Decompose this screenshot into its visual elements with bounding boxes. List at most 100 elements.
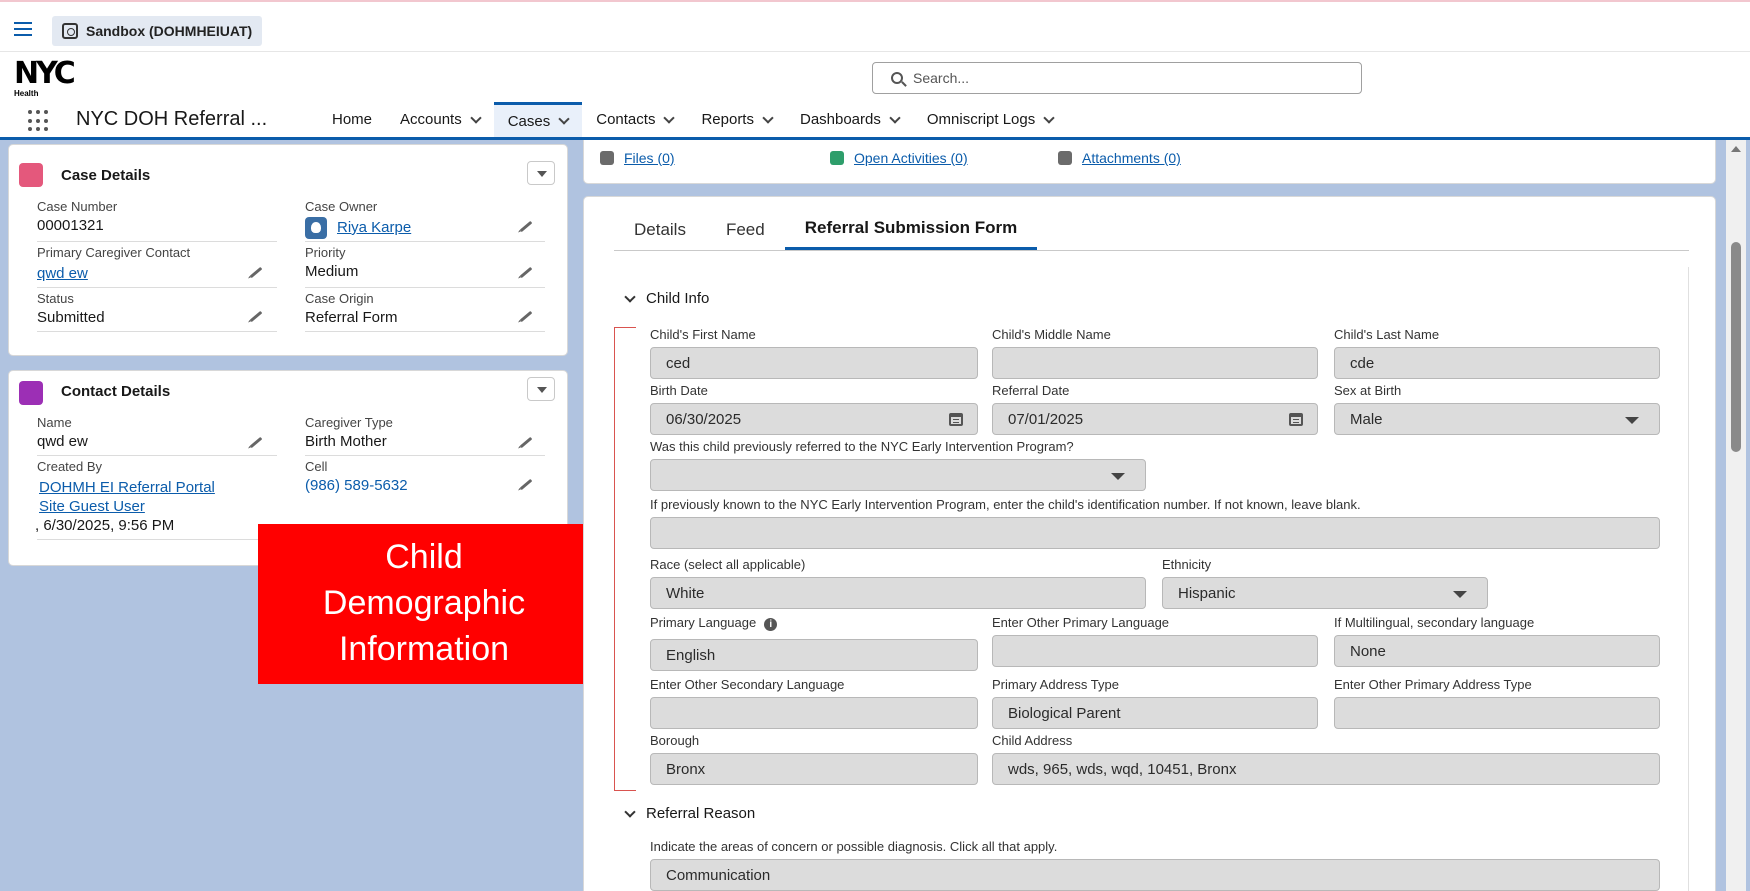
cell-phone-link[interactable]: (986) 589-5632: [305, 477, 408, 494]
first-name-input[interactable]: ced: [650, 347, 978, 379]
app-launcher-icon[interactable]: [28, 110, 54, 132]
divider: [37, 455, 277, 456]
divider: [37, 539, 277, 540]
attachments-link[interactable]: Attachments (0): [1058, 150, 1181, 166]
middle-name-input[interactable]: [992, 347, 1318, 379]
race-input[interactable]: White: [650, 577, 1146, 609]
race-label: Race (select all applicable): [650, 557, 806, 572]
search-icon: [891, 72, 903, 84]
referral-reason-section-header[interactable]: Referral Reason: [624, 805, 755, 822]
edit-pencil-icon[interactable]: [519, 220, 533, 233]
chevron-down-icon: [1453, 591, 1467, 598]
files-link[interactable]: Files (0): [600, 150, 675, 166]
primary-language-value: English: [666, 646, 716, 664]
other-primary-language-input[interactable]: [992, 635, 1318, 667]
divider: [37, 287, 277, 288]
referral-form: Child Info Child's First Name ced Child'…: [614, 267, 1689, 891]
sex-at-birth-select[interactable]: Male: [1334, 403, 1660, 435]
nav-reports-label: Reports: [701, 111, 754, 128]
created-by-link-line2[interactable]: Site Guest User: [39, 498, 145, 515]
referral-date-input[interactable]: 07/01/2025: [992, 403, 1318, 435]
hamburger-menu-icon[interactable]: [14, 22, 32, 36]
calendar-icon[interactable]: [949, 413, 963, 426]
ethnicity-select[interactable]: Hispanic: [1162, 577, 1488, 609]
other-address-type-label: Enter Other Primary Address Type: [1334, 677, 1532, 692]
edit-pencil-icon[interactable]: [519, 436, 533, 449]
chevron-down-icon[interactable]: [663, 111, 676, 124]
chevron-down-icon[interactable]: [889, 111, 901, 124]
nav-omniscript-logs-label: Omniscript Logs: [926, 111, 1036, 128]
tab-referral-submission-form[interactable]: Referral Submission Form: [784, 209, 1038, 250]
nav-home[interactable]: Home: [318, 102, 386, 137]
chevron-down-icon[interactable]: [762, 111, 774, 124]
scroll-thumb[interactable]: [1731, 242, 1741, 452]
attachments-icon: [1058, 151, 1072, 165]
scroll-up-icon[interactable]: [1731, 146, 1741, 152]
tab-details[interactable]: Details: [614, 209, 706, 250]
edit-pencil-icon[interactable]: [519, 310, 533, 323]
activities-label: Open Activities (0): [854, 150, 968, 166]
other-secondary-language-input[interactable]: [650, 697, 978, 729]
edit-pencil-icon[interactable]: [519, 266, 533, 279]
primary-language-input[interactable]: English: [650, 639, 978, 671]
address-type-input[interactable]: Biological Parent: [992, 697, 1318, 729]
nav-contacts-label: Contacts: [596, 111, 656, 128]
primary-contact-link[interactable]: qwd ew: [37, 265, 88, 282]
nav-contacts[interactable]: Contacts: [582, 102, 687, 137]
edit-pencil-icon[interactable]: [249, 310, 263, 323]
page-scrollbar[interactable]: [1726, 140, 1746, 891]
case-details-menu-button[interactable]: [527, 161, 555, 185]
nav-accounts[interactable]: Accounts: [386, 102, 494, 137]
nav-cases[interactable]: Cases: [493, 102, 583, 137]
edit-pencil-icon[interactable]: [519, 478, 533, 491]
first-name-value: ced: [666, 354, 691, 372]
child-address-input[interactable]: wds, 965, wds, wqd, 10451, Bronx: [992, 753, 1660, 785]
id-number-input[interactable]: [650, 517, 1660, 549]
chevron-down-icon[interactable]: [470, 111, 482, 124]
nav-cases-label: Cases: [507, 112, 551, 130]
edit-pencil-icon[interactable]: [249, 436, 263, 449]
global-search-input[interactable]: Search...: [872, 62, 1362, 94]
nyc-logo[interactable]: NYC: [14, 59, 76, 89]
borough-input[interactable]: Bronx: [650, 753, 978, 785]
case-owner-label: Case Owner: [305, 199, 378, 214]
info-icon[interactable]: i: [764, 618, 778, 631]
nav-dashboards[interactable]: Dashboards: [786, 102, 913, 137]
tab-feed[interactable]: Feed: [706, 209, 785, 250]
calendar-icon[interactable]: [1289, 413, 1303, 426]
ethnicity-value: Hispanic: [1178, 584, 1236, 602]
address-type-label: Primary Address Type: [992, 677, 1119, 692]
child-address-value: wds, 965, wds, wqd, 10451, Bronx: [1008, 760, 1237, 778]
divider: [305, 331, 545, 332]
open-activities-link[interactable]: Open Activities (0): [830, 150, 968, 166]
prev-referred-select[interactable]: [650, 459, 1146, 491]
briefcase-icon: [19, 163, 43, 187]
chevron-down-icon[interactable]: [558, 113, 570, 125]
created-by-link-line1[interactable]: DOHMH EI Referral Portal: [39, 479, 215, 496]
secondary-language-input[interactable]: None: [1334, 635, 1660, 667]
child-info-section-header[interactable]: Child Info: [624, 290, 709, 307]
edit-pencil-icon[interactable]: [249, 266, 263, 279]
chevron-down-icon: [624, 805, 636, 818]
files-label: Files (0): [624, 150, 675, 166]
caregiver-type-value: Birth Mother: [305, 433, 387, 450]
secondary-language-value: None: [1350, 642, 1386, 660]
birth-date-input[interactable]: 06/30/2025: [650, 403, 978, 435]
case-number-value: 00001321: [37, 217, 104, 234]
annotation-line-2: Demographic: [322, 584, 526, 622]
contact-details-menu-button[interactable]: [527, 377, 555, 401]
case-owner-link[interactable]: Riya Karpe: [337, 219, 411, 236]
concern-input[interactable]: Communication: [650, 859, 1660, 891]
last-name-input[interactable]: cde: [1334, 347, 1660, 379]
nav-omniscript-logs[interactable]: Omniscript Logs: [913, 102, 1067, 137]
sandbox-badge[interactable]: Sandbox (DOHMHEIUAT): [52, 16, 263, 46]
other-address-type-input[interactable]: [1334, 697, 1660, 729]
global-header: NYC Health Search... NYC DOH Referral ..…: [0, 52, 1750, 140]
race-value: White: [666, 584, 705, 602]
record-tabs: Details Feed Referral Submission Form: [614, 209, 1689, 251]
nav-reports[interactable]: Reports: [687, 102, 786, 137]
case-origin-value: Referral Form: [305, 309, 398, 326]
last-name-label: Child's Last Name: [1334, 327, 1440, 342]
chevron-down-icon[interactable]: [1043, 111, 1055, 124]
primary-language-label: Primary Language i: [650, 615, 778, 631]
